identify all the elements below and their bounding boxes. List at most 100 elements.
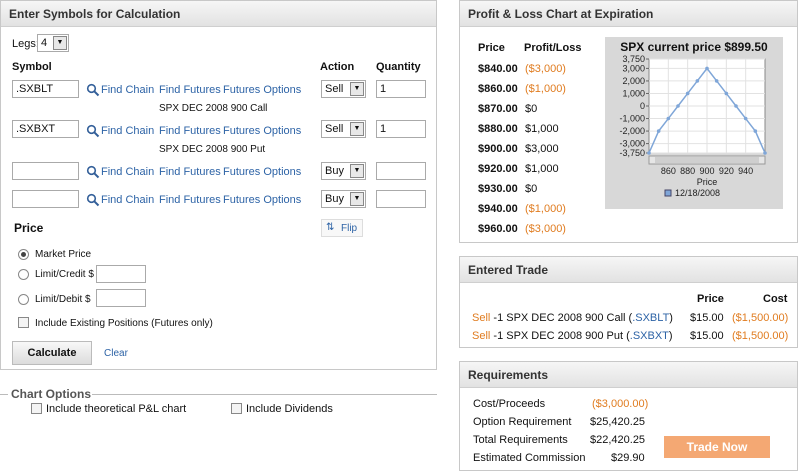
symbol-description-2: SPX DEC 2008 900 Put [159, 144, 266, 155]
legend-label: 12/18/2008 [675, 188, 720, 198]
limit-debit-input[interactable] [96, 289, 146, 307]
find-futures-link-1[interactable]: Find Futures [159, 84, 221, 96]
trade-symbol-link[interactable]: .SXBLT [632, 312, 669, 324]
pl-col-pl: Profit/Loss [524, 42, 582, 54]
pl-value: ($1,000) [525, 203, 566, 215]
action-select-3[interactable]: Buy ▼ [321, 162, 366, 180]
search-icon[interactable] [86, 165, 100, 179]
pl-price: $960.00 [478, 223, 518, 235]
symbol-input-2[interactable]: .SXBXT [12, 120, 79, 138]
calculation-panel: Enter Symbols for Calculation Legs: 4 ▼ … [0, 0, 437, 370]
find-chain-link-4[interactable]: Find Chain [101, 194, 154, 206]
pl-price: $940.00 [478, 203, 518, 215]
action-select-2[interactable]: Sell ▼ [321, 120, 366, 138]
theoretical-checkbox[interactable] [31, 403, 42, 414]
trade-col-cost: Cost [763, 293, 788, 305]
pl-price: $900.00 [478, 143, 518, 155]
pl-value: $1,000 [525, 123, 559, 135]
data-point [695, 79, 700, 83]
quantity-input-4[interactable] [376, 190, 426, 208]
data-point [647, 151, 651, 155]
req-value: $22,420.25 [590, 434, 646, 446]
y-tick-label: -3,750 [619, 148, 645, 158]
req-label: Option Requirement [473, 416, 572, 428]
symbol-input-1[interactable]: .SXBLT [12, 80, 79, 98]
col-symbol: Symbol [12, 61, 52, 73]
trade-row: Sell -1 SPX DEC 2008 900 Put (.SXBXT) $1… [472, 330, 792, 342]
find-chain-link-1[interactable]: Find Chain [101, 84, 154, 96]
data-point [743, 116, 748, 121]
y-tick-label: -2,000 [619, 126, 645, 136]
action-value-2: Sell [325, 123, 344, 135]
legs-select[interactable]: 4 ▼ [37, 34, 69, 52]
trade-desc-close: ) [668, 330, 673, 342]
market-price-radio[interactable] [18, 249, 29, 260]
pl-value: $1,000 [525, 163, 559, 175]
limit-credit-input[interactable] [96, 265, 146, 283]
x-axis-label: Price [697, 177, 718, 187]
col-quantity: Quantity [376, 61, 421, 73]
req-value: $25,420.25 [590, 416, 646, 428]
pl-price: $870.00 [478, 103, 518, 115]
req-label: Estimated Commission [473, 452, 586, 464]
trade-action: Sell [472, 312, 491, 324]
futures-options-link-2[interactable]: Futures Options [223, 125, 301, 137]
action-select-1[interactable]: Sell ▼ [321, 80, 366, 98]
req-value: $29.90 [611, 452, 645, 464]
quantity-input-2[interactable]: 1 [376, 120, 426, 138]
futures-options-link-4[interactable]: Futures Options [223, 194, 301, 206]
pl-title: Profit & Loss Chart at Expiration [460, 1, 797, 27]
limit-credit-radio[interactable] [18, 269, 29, 280]
search-icon[interactable] [86, 83, 100, 97]
trade-cost: ($1,500.00) [732, 330, 789, 342]
search-icon[interactable] [86, 124, 100, 138]
search-icon[interactable] [86, 193, 100, 207]
symbol-input-3[interactable] [12, 162, 79, 180]
limit-debit-radio[interactable] [18, 294, 29, 305]
legs-value: 4 [41, 37, 48, 49]
trade-now-button[interactable]: Trade Now [664, 436, 770, 458]
include-existing-checkbox[interactable] [18, 317, 29, 328]
x-tick-label: 920 [719, 166, 734, 176]
action-select-4[interactable]: Buy ▼ [321, 190, 366, 208]
req-label: Total Requirements [473, 434, 568, 446]
pl-price: $860.00 [478, 83, 518, 95]
calculate-button[interactable]: Calculate [12, 341, 92, 365]
flip-icon: ⇅ [326, 222, 335, 233]
data-point [705, 66, 709, 71]
limit-debit-label: Limit/Debit $ [35, 294, 91, 305]
find-futures-link-4[interactable]: Find Futures [159, 194, 221, 206]
find-chain-link-2[interactable]: Find Chain [101, 125, 154, 137]
chevron-down-icon: ▼ [350, 192, 364, 206]
futures-options-link-3[interactable]: Futures Options [223, 166, 301, 178]
trade-col-price: Price [697, 293, 724, 305]
find-futures-link-2[interactable]: Find Futures [159, 125, 221, 137]
action-value-1: Sell [325, 83, 344, 95]
data-point [734, 104, 738, 108]
requirements-panel: Requirements Cost/Proceeds ($3,000.00) O… [459, 361, 798, 471]
pl-value: $0 [525, 183, 538, 195]
theoretical-label: Include theoretical P&L chart [46, 403, 187, 415]
quantity-input-3[interactable] [376, 162, 426, 180]
dividends-checkbox[interactable] [231, 403, 242, 414]
pl-col-price: Price [478, 42, 505, 54]
chevron-down-icon: ▼ [350, 164, 364, 178]
quantity-input-1[interactable]: 1 [376, 80, 426, 98]
x-tick-label: 860 [661, 166, 676, 176]
chevron-down-icon: ▼ [350, 82, 364, 96]
pl-value: $3,000 [525, 143, 559, 155]
flip-button[interactable]: ⇅ Flip [321, 219, 363, 237]
find-futures-link-3[interactable]: Find Futures [159, 166, 221, 178]
clear-link[interactable]: Clear [104, 348, 128, 359]
req-label: Cost/Proceeds [473, 398, 546, 410]
futures-options-link-1[interactable]: Futures Options [223, 84, 301, 96]
trade-row: Sell -1 SPX DEC 2008 900 Call (.SXBLT) $… [472, 312, 792, 324]
find-chain-link-3[interactable]: Find Chain [101, 166, 154, 178]
trade-symbol-link[interactable]: .SXBXT [630, 330, 669, 342]
x-tick-label: 940 [738, 166, 753, 176]
data-point [724, 91, 729, 96]
symbol-input-4[interactable] [12, 190, 79, 208]
chart-options-section: Chart Options Include theoretical P&L ch… [0, 387, 437, 427]
y-tick-label: 2,000 [622, 76, 645, 86]
data-point [763, 151, 767, 155]
